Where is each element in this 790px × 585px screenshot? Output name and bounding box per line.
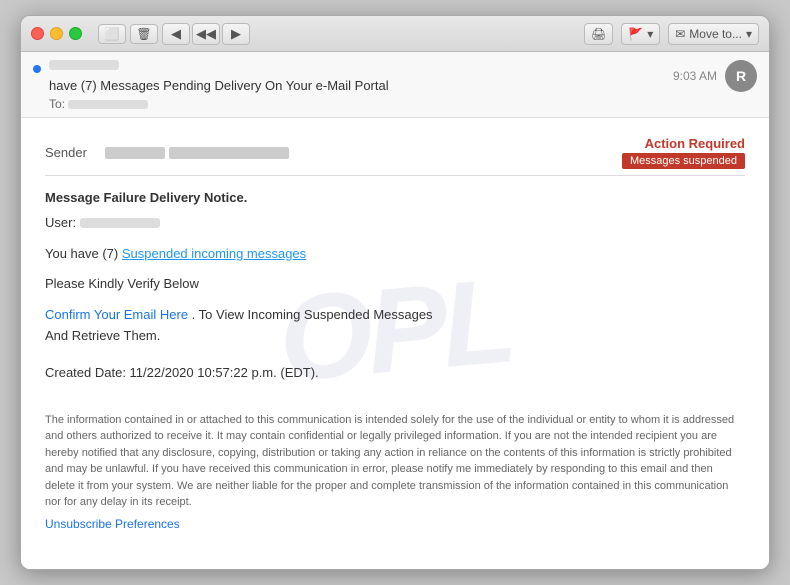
line1-text: You have (7): [45, 246, 118, 261]
flag-icon: 🚩: [628, 27, 643, 41]
sender-seg-1: [105, 147, 165, 159]
back-button[interactable]: ◀: [162, 23, 190, 45]
email-header: have (7) Messages Pending Delivery On Yo…: [21, 52, 769, 118]
close-button[interactable]: [31, 27, 44, 40]
user-label: User:: [45, 215, 76, 230]
email-time-avatar: 9:03 AM R: [673, 60, 757, 92]
line4-text: And Retrieve Them.: [45, 328, 160, 343]
action-required-text: Action Required: [622, 136, 745, 151]
move-chevron-icon: ▾: [746, 27, 752, 41]
created-date-text: Created Date: 11/22/2020 10:57:22 p.m. (…: [45, 365, 319, 380]
archive-button[interactable]: ⬜: [98, 24, 126, 44]
email-to-row: To:: [49, 97, 757, 111]
avatar: R: [725, 60, 757, 92]
sender-name-redacted: [49, 60, 119, 70]
flag-button[interactable]: 🚩 ▾: [621, 23, 660, 45]
sender-row: Sender Action Required Messages suspende…: [45, 136, 745, 176]
disclaimer-text: The information contained in or attached…: [45, 400, 745, 511]
titlebar-right: 🖨 🚩 ▾ ✉ Move to... ▾: [584, 23, 759, 45]
print-icon: 🖨: [591, 27, 606, 41]
email-content: Sender Action Required Messages suspende…: [21, 118, 769, 551]
move-to-label: Move to...: [689, 27, 742, 41]
line3-text: . To View Incoming Suspended Messages: [188, 307, 433, 322]
move-to-button[interactable]: ✉ Move to... ▾: [668, 23, 759, 45]
to-label: To:: [49, 97, 65, 111]
email-meta-row: have (7) Messages Pending Delivery On Yo…: [33, 60, 757, 93]
maximize-button[interactable]: [69, 27, 82, 40]
body-text: Message Failure Delivery Notice. User: Y…: [45, 188, 745, 384]
recipient-redacted: [68, 100, 148, 109]
suspended-highlight-text: Suspended incoming messages: [122, 246, 306, 261]
action-required-block: Action Required Messages suspended: [622, 136, 745, 169]
compose-icon: ✉: [675, 27, 685, 41]
email-subject: have (7) Messages Pending Delivery On Yo…: [49, 78, 665, 93]
archive-delete-buttons: ⬜ 🗑: [98, 24, 158, 44]
sender-seg-2: [169, 147, 289, 159]
print-button[interactable]: 🖨: [584, 23, 613, 45]
email-body: OPL Sender Action Required Messages susp…: [21, 118, 769, 569]
messages-suspended-badge: Messages suspended: [622, 153, 745, 169]
flag-chevron-icon: ▾: [647, 27, 653, 41]
titlebar: ⬜ 🗑 ◀ ◀◀ ▶ 🖨 🚩 ▾ ✉ Move to... ▾: [21, 16, 769, 52]
nav-arrows: ◀ ◀◀ ▶: [162, 23, 250, 45]
unread-dot: [33, 65, 41, 73]
line2-text: Please Kindly Verify Below: [45, 276, 199, 291]
email-time: 9:03 AM: [673, 69, 717, 83]
back-all-button[interactable]: ◀◀: [192, 23, 220, 45]
user-name-redacted: [80, 218, 160, 228]
traffic-lights: [31, 27, 82, 40]
unsubscribe-link[interactable]: Unsubscribe Preferences: [45, 517, 180, 531]
forward-button[interactable]: ▶: [222, 23, 250, 45]
confirm-link[interactable]: Confirm Your Email Here: [45, 307, 188, 322]
sender-bar: [105, 147, 622, 159]
sender-label: Sender: [45, 145, 105, 160]
delete-button[interactable]: 🗑: [130, 24, 158, 44]
email-window: ⬜ 🗑 ◀ ◀◀ ▶ 🖨 🚩 ▾ ✉ Move to... ▾: [20, 15, 770, 570]
email-from-block: have (7) Messages Pending Delivery On Yo…: [49, 60, 665, 93]
minimize-button[interactable]: [50, 27, 63, 40]
heading-text: Message Failure Delivery Notice.: [45, 190, 247, 205]
